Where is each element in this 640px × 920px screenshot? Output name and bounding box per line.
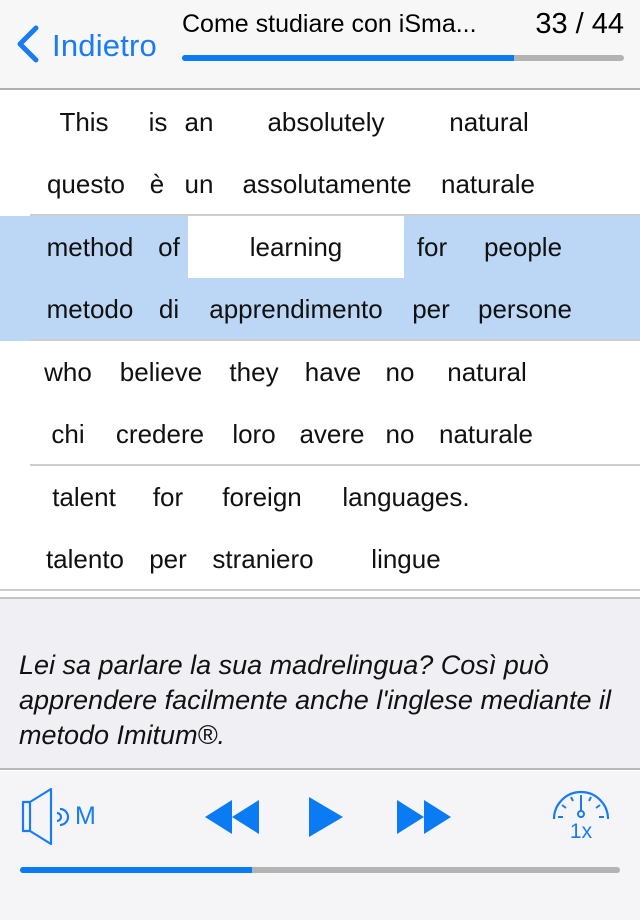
current-word[interactable]: learning xyxy=(188,216,404,278)
sentence-pair[interactable]: This is an absolutely natural questo è un assolu… xyxy=(0,91,640,216)
english-line: This is an absolutely natural xyxy=(0,91,640,153)
italian-word[interactable]: un xyxy=(180,153,218,215)
italian-word[interactable]: talento xyxy=(40,528,130,590)
chevron-left-icon xyxy=(14,24,40,69)
italian-word[interactable]: è xyxy=(146,153,168,215)
back-label: Indietro xyxy=(52,28,157,63)
audio-player: M 1x xyxy=(0,771,640,920)
english-word[interactable]: natural xyxy=(440,341,534,403)
speedometer-icon xyxy=(550,789,612,823)
sound-mode-button[interactable]: M xyxy=(20,788,105,846)
english-line: method of learning for people xyxy=(0,216,640,278)
english-word[interactable]: who xyxy=(40,341,96,403)
italian-word[interactable]: per xyxy=(408,278,454,340)
translation-panel: Lei sa parlare la sua madrelingua? Così … xyxy=(0,597,640,770)
italian-word[interactable]: persone xyxy=(470,278,580,340)
italian-line: chi credere loro avere no naturale xyxy=(0,403,640,465)
english-word[interactable]: have xyxy=(302,341,364,403)
italian-word[interactable]: lingue xyxy=(364,528,448,590)
fast-forward-button[interactable] xyxy=(395,799,453,835)
play-icon xyxy=(305,795,347,839)
english-word[interactable]: natural xyxy=(430,91,548,153)
italian-word[interactable]: apprendimento xyxy=(196,278,396,340)
italian-word[interactable]: credere xyxy=(110,403,210,465)
english-line: who believe they have no natural xyxy=(0,341,640,403)
italian-word[interactable]: loro xyxy=(228,403,280,465)
playback-speed-label: 1x xyxy=(569,820,593,843)
italian-line: metodo di apprendimento per persone xyxy=(0,278,640,340)
italian-word[interactable]: avere xyxy=(296,403,368,465)
lesson-progress-fill xyxy=(182,55,514,61)
italian-word[interactable]: straniero xyxy=(206,528,320,590)
english-word[interactable]: is xyxy=(143,91,173,153)
lesson-title: Come studiare con iSma... xyxy=(182,10,477,38)
sentence-pair[interactable]: who believe they have no natural chi credere lor… xyxy=(0,341,640,466)
audio-progress-bar[interactable] xyxy=(20,867,620,873)
english-word[interactable]: foreign xyxy=(216,466,308,528)
rewind-button[interactable] xyxy=(203,799,261,835)
english-word[interactable]: they xyxy=(226,341,282,403)
english-word[interactable]: talent xyxy=(46,466,122,528)
english-line: talent for foreign languages. xyxy=(0,466,640,528)
italian-word[interactable]: assolutamente xyxy=(230,153,424,215)
english-word[interactable]: no xyxy=(382,341,418,403)
italian-word[interactable]: metodo xyxy=(40,278,140,340)
play-button[interactable] xyxy=(305,795,347,839)
row-separator xyxy=(0,589,640,591)
sound-mode-label: M xyxy=(75,802,96,830)
sentence-list: This is an absolutely natural questo è un assolu… xyxy=(0,91,640,591)
rewind-icon xyxy=(203,799,261,835)
italian-line: talento per straniero lingue xyxy=(0,528,640,590)
english-word[interactable]: of xyxy=(152,216,186,278)
audio-progress-fill xyxy=(20,867,253,873)
back-button[interactable]: Indietro xyxy=(14,24,157,68)
english-word[interactable]: people xyxy=(470,216,576,278)
page-counter: 33 / 44 xyxy=(535,8,624,40)
fast-forward-icon xyxy=(395,799,453,835)
english-word[interactable]: for xyxy=(408,216,456,278)
italian-word[interactable]: per xyxy=(145,528,191,590)
english-word[interactable]: believe xyxy=(114,341,208,403)
italian-word[interactable]: di xyxy=(154,278,184,340)
sentence-pair-active[interactable]: method of learning for people metodo di apprend… xyxy=(0,216,640,341)
italian-line: questo è un assolutamente naturale xyxy=(0,153,640,215)
italian-word[interactable]: no xyxy=(382,403,418,465)
playback-speed-button[interactable]: 1x xyxy=(550,789,612,849)
lesson-progress-bar xyxy=(182,55,624,61)
english-word[interactable]: for xyxy=(148,466,188,528)
english-word[interactable]: method xyxy=(40,216,140,278)
italian-word[interactable]: naturale xyxy=(432,153,544,215)
navigation-bar: Indietro Come studiare con iSma... 33 / … xyxy=(0,0,640,90)
english-word[interactable]: absolutely xyxy=(240,91,412,153)
italian-word[interactable]: chi xyxy=(46,403,90,465)
italian-word[interactable]: naturale xyxy=(432,403,540,465)
sentence-pair[interactable]: talent for foreign languages. talento per stra… xyxy=(0,466,640,591)
translation-text: Lei sa parlare la sua madrelingua? Così … xyxy=(19,650,612,750)
italian-word[interactable]: questo xyxy=(40,153,132,215)
english-word[interactable]: an xyxy=(179,91,219,153)
english-word[interactable]: This xyxy=(40,91,128,153)
english-word[interactable]: languages. xyxy=(334,466,478,528)
